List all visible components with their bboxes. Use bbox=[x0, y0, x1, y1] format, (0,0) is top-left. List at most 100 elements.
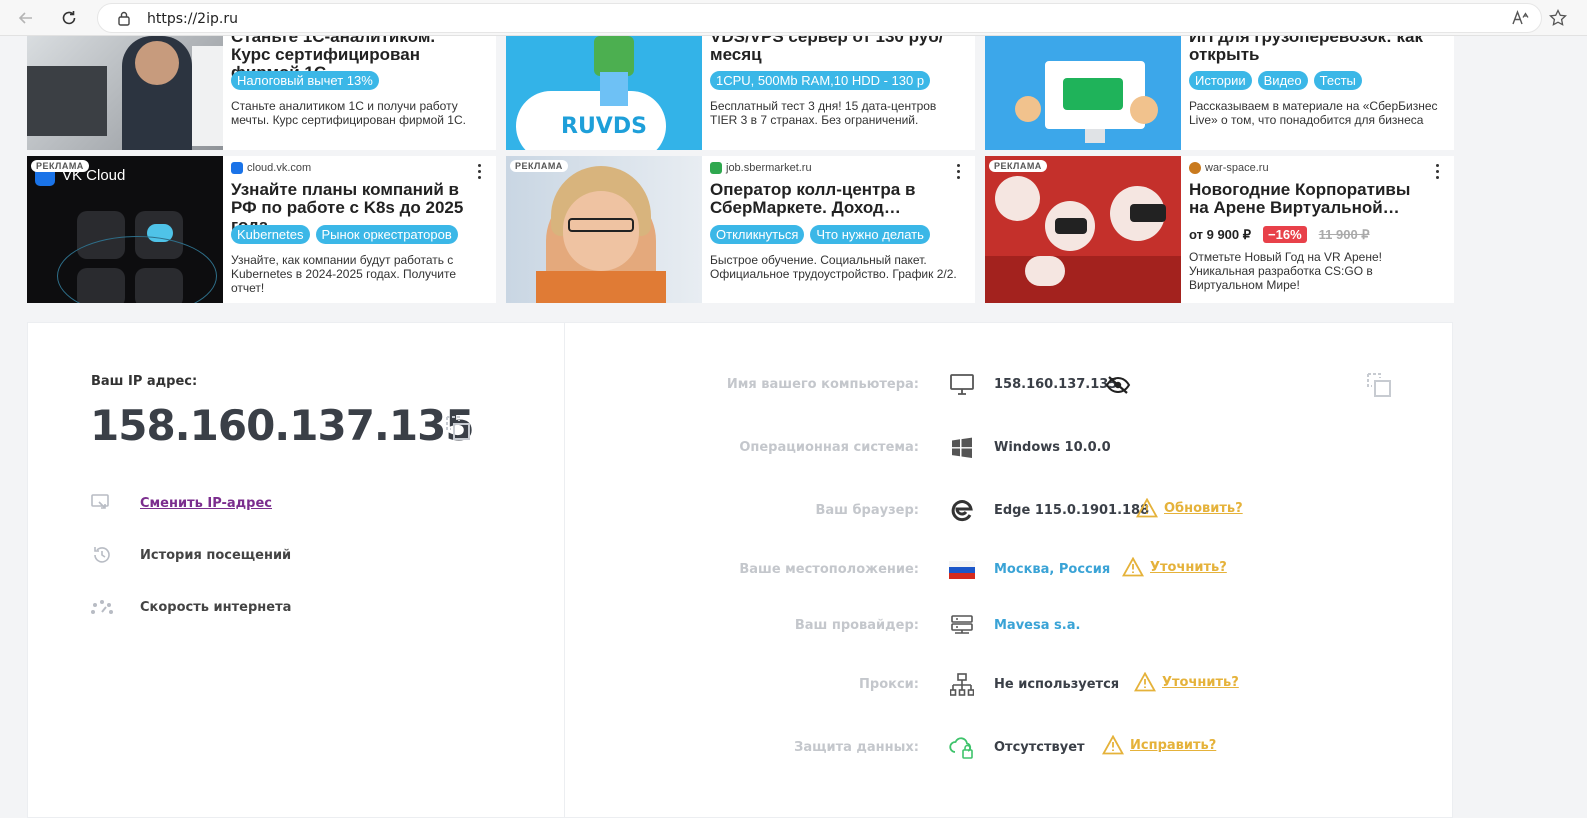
refresh-icon bbox=[62, 11, 76, 25]
ip-label: Ваш IP адрес: bbox=[91, 374, 198, 389]
info-key: Ваш провайдер: bbox=[794, 618, 919, 633]
ad-tag[interactable]: Истории bbox=[1189, 71, 1252, 90]
info-row-browser: Ваш браузер: Edge 115.0.1901.188 Обновит… bbox=[565, 496, 1454, 526]
ad-tag[interactable]: Что нужно делать bbox=[810, 225, 930, 244]
info-value: 158.160.137.135 bbox=[994, 377, 1118, 392]
ad-title[interactable]: VDS/VPS сервер от 130 руб/месяц bbox=[710, 36, 950, 64]
change-ip-label[interactable]: Сменить IP-адрес bbox=[140, 496, 272, 511]
more-options-icon[interactable] bbox=[951, 162, 965, 180]
ad-card[interactable]: Станьте 1С-аналитиком. Курс сертифициров… bbox=[27, 36, 496, 150]
visit-history-label[interactable]: История посещений bbox=[140, 548, 291, 563]
info-value: Не используется bbox=[994, 677, 1120, 692]
change-ip-icon bbox=[88, 491, 116, 515]
ad-image: RUVDS bbox=[506, 36, 702, 150]
server-icon bbox=[949, 613, 975, 639]
ad-tag[interactable]: Налоговый вычет 13% bbox=[231, 71, 379, 90]
read-aloud-button[interactable] bbox=[1510, 8, 1530, 28]
ad-price: от 9 900 ₽ bbox=[1189, 226, 1252, 242]
internet-speed-link[interactable]: Скорость интернета bbox=[88, 595, 291, 619]
ad-card[interactable]: ИП для грузоперевозок: как открыть Истор… bbox=[985, 36, 1454, 150]
ad-title[interactable]: Новогодние Корпоративы на Арене Виртуаль… bbox=[1189, 181, 1419, 217]
info-row-location: Ваше местоположение: Москва, Россия Уточ… bbox=[565, 555, 1454, 585]
ad-domain[interactable]: war-space.ru bbox=[1189, 162, 1269, 174]
ad-price-row: от 9 900 ₽ −16% 11 900 ₽ bbox=[1189, 226, 1370, 243]
info-value[interactable]: Москва, Россия bbox=[994, 562, 1110, 577]
ip-info-card: Ваш IP адрес: 158.160.137.135 Сменить IP… bbox=[27, 322, 1453, 818]
info-key: Ваш браузер: bbox=[815, 503, 919, 518]
ad-domain[interactable]: cloud.vk.com bbox=[231, 162, 311, 174]
war-space-favicon-icon bbox=[1189, 162, 1201, 174]
edge-icon bbox=[949, 498, 975, 524]
lock-icon bbox=[118, 11, 130, 26]
ad-image-text: RUVDS bbox=[561, 114, 647, 139]
ad-description: Узнайте, как компании будут работать с K… bbox=[231, 253, 457, 295]
info-key: Прокси: bbox=[859, 677, 919, 692]
ad-badge: РЕКЛАМА bbox=[510, 160, 568, 172]
ad-tag[interactable]: 1CPU, 500Mb RAM,10 HDD - 130 р bbox=[710, 71, 931, 90]
monitor-icon bbox=[949, 372, 975, 398]
cloud-lock-icon bbox=[949, 735, 975, 761]
warning-icon bbox=[1102, 735, 1124, 755]
copy-icon[interactable] bbox=[1365, 371, 1393, 399]
ad-tags: Налоговый вычет 13% bbox=[231, 71, 379, 90]
ad-domain[interactable]: job.sbermarket.ru bbox=[710, 162, 812, 174]
ad-tags: 1CPU, 500Mb RAM,10 HDD - 130 р bbox=[710, 71, 931, 90]
ad-image bbox=[27, 36, 223, 150]
info-row-computer-name: Имя вашего компьютера: 158.160.137.135 bbox=[565, 370, 1454, 400]
refresh-button[interactable] bbox=[57, 6, 81, 30]
clarify-location-link[interactable]: Уточнить? bbox=[1122, 557, 1227, 577]
ad-tag[interactable]: Откликнуться bbox=[710, 225, 805, 244]
ad-title[interactable]: Оператор колл-центра в СберМаркете. Дохо… bbox=[710, 181, 940, 217]
ad-description: Отметьте Новый Год на VR Арене! Уникальн… bbox=[1189, 250, 1382, 292]
favorite-button[interactable] bbox=[1548, 8, 1568, 28]
hide-eye-icon[interactable] bbox=[1105, 375, 1131, 400]
ad-tag[interactable]: Kubernetes bbox=[231, 225, 310, 244]
info-key: Ваше местоположение: bbox=[739, 562, 919, 577]
copy-icon[interactable] bbox=[444, 414, 472, 442]
ad-description: Быстрое обучение. Социальный пакет. Офиц… bbox=[710, 253, 957, 281]
ip-address[interactable]: 158.160.137.135 bbox=[90, 401, 475, 450]
ad-description: Станьте аналитиком 1С и получи работу ме… bbox=[231, 99, 466, 127]
warning-icon bbox=[1136, 498, 1158, 518]
browser-toolbar: https://2ip.ru bbox=[0, 0, 1587, 36]
clarify-proxy-link[interactable]: Уточнить? bbox=[1134, 672, 1239, 692]
ad-card[interactable]: RUVDS VDS/VPS сервер от 130 руб/месяц 1C… bbox=[506, 36, 975, 150]
info-value: Windows 10.0.0 bbox=[994, 440, 1111, 455]
back-button[interactable] bbox=[14, 6, 38, 30]
ad-image bbox=[985, 36, 1181, 150]
ad-image bbox=[985, 156, 1181, 303]
info-value[interactable]: Mavesa s.a. bbox=[994, 618, 1080, 633]
ad-badge: РЕКЛАМА bbox=[31, 160, 89, 172]
ad-description: Бесплатный тест 3 дня! 15 дата-центров T… bbox=[710, 99, 937, 127]
internet-speed-label[interactable]: Скорость интернета bbox=[140, 600, 291, 615]
history-icon bbox=[88, 543, 116, 567]
change-ip-link[interactable]: Сменить IP-адрес bbox=[88, 491, 272, 515]
more-options-icon[interactable] bbox=[472, 162, 486, 180]
russia-flag-icon bbox=[949, 557, 975, 583]
ad-old-price: 11 900 ₽ bbox=[1318, 226, 1370, 242]
speedometer-icon bbox=[88, 595, 116, 619]
ad-image bbox=[506, 156, 702, 303]
ad-title[interactable]: ИП для грузоперевозок: как открыть bbox=[1189, 36, 1429, 64]
ad-card[interactable]: VK Cloud РЕКЛАМА cloud.vk.com Узнайте пл… bbox=[27, 156, 496, 303]
info-row-data-protection: Защита данных: Отсутствует Исправить? bbox=[565, 733, 1454, 763]
update-browser-link[interactable]: Обновить? bbox=[1136, 498, 1243, 518]
ad-image: VK Cloud bbox=[27, 156, 223, 303]
more-options-icon[interactable] bbox=[1430, 162, 1444, 180]
windows-icon bbox=[949, 435, 975, 461]
ad-tag[interactable]: Видео bbox=[1257, 71, 1308, 90]
ad-description: Рассказываем в материале на «СберБизнес … bbox=[1189, 99, 1438, 127]
read-aloud-icon bbox=[1512, 10, 1529, 25]
info-value: Edge 115.0.1901.188 bbox=[994, 503, 1150, 518]
ad-tag[interactable]: Рынок оркестраторов bbox=[315, 225, 458, 244]
ad-card[interactable]: РЕКЛАМА war-space.ru Новогодние Корпорат… bbox=[985, 156, 1454, 303]
fix-protection-link[interactable]: Исправить? bbox=[1102, 735, 1216, 755]
ad-tag[interactable]: Тесты bbox=[1313, 71, 1362, 90]
address-bar[interactable]: https://2ip.ru bbox=[97, 3, 1542, 33]
ad-card[interactable]: РЕКЛАМА job.sbermarket.ru Оператор колл-… bbox=[506, 156, 975, 303]
vk-cloud-favicon-icon bbox=[231, 162, 243, 174]
info-row-os: Операционная система: Windows 10.0.0 bbox=[565, 433, 1454, 463]
ad-discount-badge: −16% bbox=[1263, 226, 1307, 243]
info-key: Операционная система: bbox=[739, 440, 919, 455]
visit-history-link[interactable]: История посещений bbox=[88, 543, 291, 567]
